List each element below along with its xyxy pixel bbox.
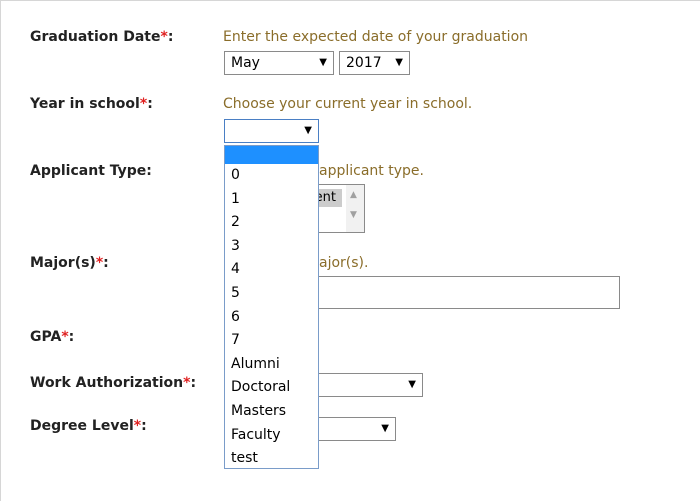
graduation-month-select[interactable]: May ▼ [224,51,334,75]
listbox-scrollbar[interactable]: ▲ ▼ [346,185,364,232]
dropdown-option[interactable]: Doctoral [225,376,318,400]
graduation-date-label-text: Graduation Date [30,29,161,45]
scroll-down-icon[interactable]: ▼ [350,210,357,220]
required-marker: * [61,329,69,345]
applicant-type-label: Applicant Type: [30,163,152,179]
dropdown-option[interactable]: Alumni [225,353,318,377]
graduation-date-label: Graduation Date*: [30,29,173,45]
chevron-down-icon: ▼ [408,379,416,390]
dropdown-option[interactable]: Faculty [225,424,318,448]
dropdown-option[interactable]: 4 [225,258,318,282]
chevron-down-icon: ▼ [381,423,389,434]
required-marker: * [133,418,142,434]
label-colon: : [103,255,109,271]
graduation-date-hint: Enter the expected date of your graduati… [223,29,529,45]
majors-label: Major(s)*: [30,255,109,271]
degree-level-label-text: Degree Level [30,418,134,434]
year-in-school-label-text: Year in school [30,96,140,112]
degree-level-label: Degree Level*: [30,418,147,434]
majors-label-text: Major(s) [30,255,96,271]
chevron-down-icon: ▼ [395,57,403,68]
dropdown-option[interactable]: 1 [225,188,318,212]
label-colon: : [147,96,153,112]
dropdown-option[interactable]: test [225,447,318,471]
scroll-up-icon[interactable]: ▲ [350,190,357,200]
dropdown-option[interactable] [225,146,318,164]
work-authorization-label-text: Work Authorization [30,375,184,391]
year-in-school-dropdown-list[interactable]: 0 1 2 3 4 5 6 7 Alumni Doctoral Masters Faculty test [224,145,319,469]
work-authorization-label: Work Authorization*: [30,375,196,391]
label-colon: : [167,29,174,45]
chevron-down-icon: ▼ [304,125,312,136]
dropdown-option[interactable]: 0 [225,164,318,188]
dropdown-option[interactable]: 2 [225,211,318,235]
applicant-type-hint: applicant type. [319,163,424,179]
gpa-label-text: GPA [30,329,62,345]
frame-top-border [0,0,700,1]
gpa-label: GPA*: [30,329,74,345]
dropdown-option[interactable]: 3 [225,235,318,259]
label-colon: : [141,418,147,434]
graduation-month-value: May [231,55,260,71]
label-colon: : [190,375,197,391]
label-colon: : [68,329,75,345]
dropdown-option[interactable]: 6 [225,306,318,330]
graduation-year-select[interactable]: 2017 ▼ [339,51,410,75]
year-in-school-select[interactable]: ▼ [224,119,319,143]
dropdown-option[interactable]: 5 [225,282,318,306]
year-in-school-hint: Choose your current year in school. [223,96,473,112]
required-marker: * [160,29,168,45]
dropdown-option[interactable]: Masters [225,400,318,424]
graduation-year-value: 2017 [346,55,382,71]
year-in-school-label: Year in school*: [30,96,153,112]
dropdown-option[interactable]: 7 [225,329,318,353]
majors-hint: ajor(s). [319,255,369,271]
chevron-down-icon: ▼ [319,57,327,68]
frame-left-border [0,0,1,501]
